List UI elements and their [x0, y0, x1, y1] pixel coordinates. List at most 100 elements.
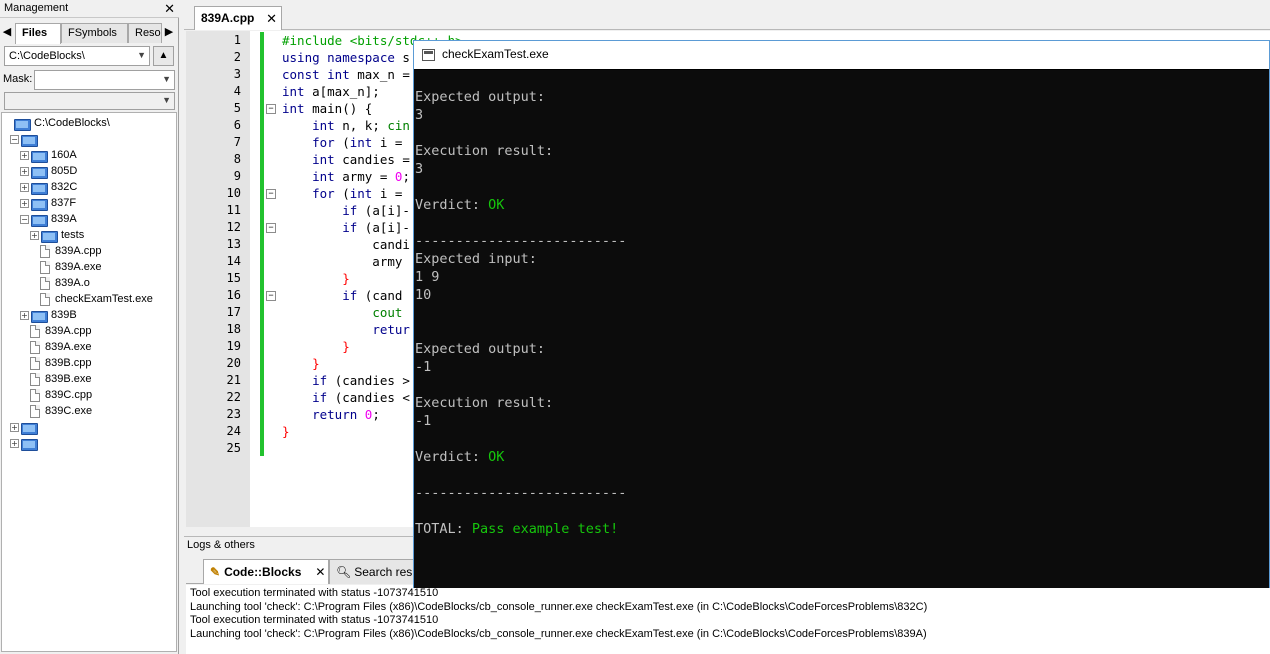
tree-folder-item[interactable]: + tests [30, 227, 84, 243]
collapse-icon[interactable]: − [20, 214, 29, 224]
code-line[interactable]: int a[max_n]; [282, 83, 380, 100]
close-icon[interactable]: ✕ [315, 565, 325, 579]
verdict-ok-text: OK [488, 449, 505, 465]
folder-icon [31, 310, 48, 323]
tree-file-item[interactable]: 839C.exe [30, 403, 92, 419]
tree-folder-item[interactable]: +160A [20, 147, 77, 163]
expand-icon[interactable]: + [20, 310, 29, 320]
code-line[interactable]: const int max_n = [282, 66, 410, 83]
file-tree: C:\CodeBlocks\ − +160A +805D +832C +837F −839A… [1, 112, 177, 652]
code-line[interactable]: int army = 0; [282, 168, 410, 185]
expand-icon[interactable]: + [20, 182, 29, 192]
code-line[interactable]: if (cand [282, 287, 402, 304]
tree-folder-item[interactable]: +832C [20, 179, 77, 195]
tree-item-label: 839A.exe [45, 341, 92, 353]
mask-combo[interactable]: ▼ [34, 70, 175, 90]
code-line[interactable]: } [282, 355, 320, 372]
tree-folder-item[interactable]: +837F [20, 195, 76, 211]
console-line: -------------------------- [415, 485, 627, 501]
close-icon[interactable]: ✕ [164, 1, 175, 17]
fold-toggle-icon[interactable]: − [266, 104, 276, 114]
tree-folder-item[interactable]: − 839A [20, 211, 77, 227]
tab-search-results[interactable]: 🔍︎ Search resul [329, 559, 415, 584]
code-line[interactable]: if (candies > [282, 372, 410, 389]
code-line[interactable]: int candies = [282, 151, 410, 168]
line-number: 20 [226, 356, 241, 370]
console-line: Verdict: OK [415, 197, 505, 213]
tab-search-label: Search resul [354, 565, 415, 579]
code-line[interactable]: if (a[i]- [282, 219, 410, 236]
directory-up-button[interactable]: ▲ [153, 46, 174, 66]
expand-icon[interactable]: + [10, 438, 19, 448]
code-line[interactable]: for (int i = [282, 134, 402, 151]
tab-fsymbols[interactable]: FSymbols [61, 23, 128, 43]
collapse-icon[interactable]: − [10, 134, 19, 144]
code-line[interactable]: } [282, 338, 350, 355]
code-line[interactable]: int main() { [282, 100, 372, 117]
tree-item-label: 839A [51, 213, 77, 225]
tree-file-item[interactable]: 839B.exe [30, 371, 91, 387]
expand-icon[interactable]: + [20, 166, 29, 176]
folder-icon [31, 182, 48, 195]
tree-file-item[interactable]: 839A.exe [30, 339, 91, 355]
tree-file-item[interactable]: 839A.o [40, 275, 90, 291]
tab-scroll-left-icon[interactable]: ◀ [1, 25, 13, 38]
editor-tab-839a[interactable]: 839A.cpp ✕ [194, 6, 282, 30]
line-number: 14 [226, 254, 241, 268]
tab-scroll-right-icon[interactable]: ▶ [163, 25, 175, 38]
expand-icon[interactable]: + [20, 198, 29, 208]
console-line: Execution result: [415, 395, 554, 411]
file-icon [30, 404, 40, 418]
tree-item-label: 839A.cpp [55, 245, 102, 257]
line-number: 25 [226, 441, 241, 455]
expand-icon[interactable]: + [20, 150, 29, 160]
tree-file-item[interactable]: 839A.exe [40, 259, 101, 275]
tab-codeblocks-log[interactable]: ✎ Code::Blocks ✕ [203, 559, 329, 584]
console-title-bar[interactable]: checkExamTest.exe [414, 41, 1269, 69]
tree-item-label: 839A.exe [55, 261, 102, 273]
code-line[interactable]: int n, k; cin [282, 117, 410, 134]
code-line[interactable]: for (int i = [282, 185, 402, 202]
directory-combo[interactable]: C:\CodeBlocks\ ▼ [4, 46, 150, 66]
code-line[interactable]: cout [282, 304, 402, 321]
tree-file-item[interactable]: 839A.cpp [40, 243, 101, 259]
tree-folder-item[interactable]: +839B [20, 307, 77, 323]
tree-folder-item[interactable]: + [10, 435, 41, 451]
filter-combo[interactable]: ▼ [4, 92, 175, 110]
code-line[interactable]: return 0; [282, 406, 380, 423]
code-line[interactable]: if (candies < [282, 389, 410, 406]
tree-file-item[interactable]: 839A.cpp [30, 323, 91, 339]
code-line[interactable]: retur [282, 321, 410, 338]
tree-item-label: 839B.cpp [45, 357, 92, 369]
close-icon[interactable]: ✕ [266, 11, 277, 27]
fold-toggle-icon[interactable]: − [266, 291, 276, 301]
tree-file-item[interactable]: 839C.cpp [30, 387, 92, 403]
tab-files[interactable]: Files [15, 23, 61, 44]
tree-file-item[interactable]: 839B.cpp [30, 355, 91, 371]
tree-folder-item[interactable]: +805D [20, 163, 77, 179]
tab-resources[interactable]: Reso [128, 23, 162, 43]
line-number: 9 [233, 169, 241, 183]
code-line[interactable]: } [282, 423, 290, 440]
fold-toggle-icon[interactable]: − [266, 189, 276, 199]
tree-folder-item[interactable]: + [10, 419, 41, 435]
file-icon [40, 260, 50, 274]
code-line[interactable]: candi [282, 236, 410, 253]
tree-file-item[interactable]: checkExamTest.exe [40, 291, 153, 307]
code-line[interactable]: army [282, 253, 402, 270]
code-line[interactable]: } [282, 270, 350, 287]
pencil-icon: ✎ [210, 565, 221, 579]
chevron-down-icon: ▼ [162, 95, 171, 105]
tree-folder-item[interactable]: − [10, 131, 41, 147]
expand-icon[interactable]: + [30, 230, 39, 240]
code-line[interactable]: if (a[i]- [282, 202, 410, 219]
console-window[interactable]: checkExamTest.exe Expected output: 3 Execu… [413, 40, 1270, 588]
fold-toggle-icon[interactable]: − [266, 223, 276, 233]
code-line[interactable]: using namespace s [282, 49, 410, 66]
console-line: 3 [415, 161, 424, 177]
tree-folder-item[interactable]: C:\CodeBlocks\ [14, 115, 110, 131]
expand-icon[interactable]: + [10, 422, 19, 432]
